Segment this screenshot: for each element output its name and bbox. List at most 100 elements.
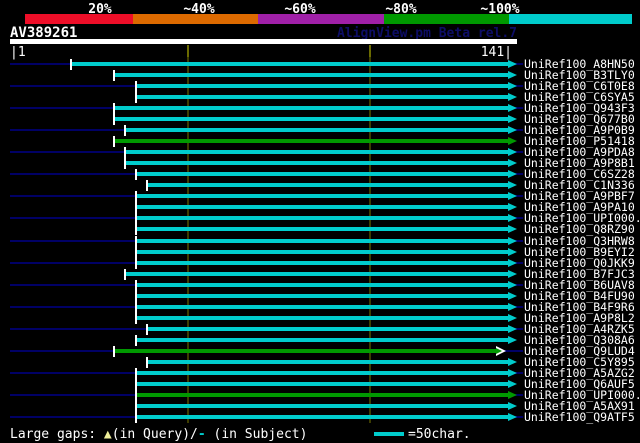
arrowhead-icon: [508, 413, 517, 421]
start-tick: [113, 103, 115, 115]
arrowhead-icon: [508, 335, 517, 344]
arrowhead-icon: [508, 104, 517, 113]
start-tick: [135, 191, 137, 203]
alignment-bar[interactable]: [137, 304, 508, 309]
ruler-tick: [369, 45, 371, 57]
arrowhead-icon: [508, 170, 517, 179]
alignment-bar[interactable]: [72, 62, 508, 66]
alignment-bar[interactable]: [126, 128, 508, 133]
start-tick: [135, 213, 137, 225]
arrowhead-icon: [508, 357, 517, 366]
alignment-bar[interactable]: [137, 172, 508, 177]
scale-segment: [258, 14, 384, 24]
arrowhead-icon: [508, 60, 517, 68]
alignment-bar[interactable]: [148, 183, 508, 188]
size-legend-bar-icon: [374, 432, 404, 436]
alignment-bar[interactable]: [137, 95, 508, 100]
alignment-bar[interactable]: [115, 139, 508, 144]
start-tick: [146, 356, 148, 368]
alignview-page: 20% ~40% ~60% ~80% ~100% AV389261 AlignView.…: [0, 0, 640, 443]
alignment-bar[interactable]: [137, 249, 508, 254]
large-gaps-legend: Large gaps: ▲(in Query)/- (in Subject): [10, 427, 307, 442]
start-tick: [135, 169, 137, 181]
start-tick: [146, 323, 148, 335]
scale-segment: [384, 14, 509, 24]
ruler-start-label: |1: [10, 45, 26, 60]
legend-gaps-prefix: Large gaps:: [10, 427, 104, 442]
arrowhead-icon: [508, 115, 517, 124]
alignment-bar[interactable]: [137, 227, 508, 232]
arrowhead-icon: [508, 159, 517, 168]
arrowhead-icon: [508, 93, 517, 102]
alignment-bar[interactable]: [126, 150, 508, 155]
alignment-bar[interactable]: [115, 73, 508, 77]
arrowhead-icon: [508, 214, 517, 223]
query-ruler-bar: [10, 39, 517, 44]
arrowhead-icon: [508, 236, 517, 245]
start-tick: [135, 301, 137, 313]
start-tick: [135, 400, 137, 412]
size-legend-label: =50char.: [408, 427, 471, 442]
start-tick: [113, 70, 115, 81]
alignment-bar[interactable]: [137, 260, 508, 265]
alignment-bar[interactable]: [115, 117, 508, 122]
scale-segment: [133, 14, 258, 24]
start-tick: [135, 81, 137, 93]
arrowhead-icon: [508, 247, 517, 256]
arrowhead-inner-icon: [496, 347, 502, 354]
alignment-bar[interactable]: [115, 106, 508, 111]
start-tick: [135, 378, 137, 390]
gap-subject-icon: -: [197, 427, 206, 442]
legend-gaps-mid: (in Query)/: [111, 427, 198, 442]
alignment-bar[interactable]: [137, 370, 508, 375]
start-tick: [146, 180, 148, 192]
alignment-bar[interactable]: [137, 194, 508, 199]
alignment-bar[interactable]: [137, 337, 508, 342]
alignment-bar[interactable]: [137, 216, 508, 221]
alignment-bar[interactable]: [137, 205, 508, 210]
alignment-bar[interactable]: [148, 359, 508, 364]
arrowhead-icon: [508, 71, 517, 79]
alignment-bar[interactable]: [137, 381, 508, 386]
start-tick: [135, 290, 137, 302]
alignment-bar[interactable]: [126, 271, 508, 276]
alignment-bar[interactable]: [137, 315, 508, 320]
start-tick: [135, 257, 137, 269]
arrowhead-icon: [508, 368, 517, 377]
start-tick: [135, 312, 137, 324]
alignment-bar[interactable]: [148, 326, 508, 331]
legend-gaps-suffix: (in Subject): [205, 427, 308, 442]
ruler-tick: [187, 45, 189, 57]
alignment-bar[interactable]: [126, 161, 508, 166]
gap-query-icon: ▲: [103, 427, 112, 442]
start-tick: [135, 246, 137, 258]
arrowhead-icon: [508, 148, 517, 157]
start-tick: [135, 412, 137, 423]
alignment-bar[interactable]: [137, 84, 508, 89]
alignment-bar[interactable]: [137, 392, 508, 397]
arrowhead-icon: [508, 302, 517, 311]
alignment-bar[interactable]: [137, 293, 508, 298]
start-tick: [135, 389, 137, 401]
arrowhead-icon: [508, 324, 517, 333]
alignment-bar[interactable]: [137, 403, 508, 408]
alignment-bar[interactable]: [137, 238, 508, 243]
arrowhead-icon: [508, 181, 517, 190]
hit-label[interactable]: UniRef100_Q9ATF5: [524, 411, 635, 423]
start-tick: [113, 136, 115, 148]
alignment-row: UniRef100_Q9ATF5: [0, 411, 640, 423]
scale-segment: [509, 14, 632, 24]
start-tick: [113, 345, 115, 357]
arrowhead-icon: [508, 225, 517, 234]
alignment-bar[interactable]: [137, 415, 508, 419]
alignment-bar[interactable]: [115, 348, 497, 353]
start-tick: [135, 279, 137, 291]
arrowhead-icon: [508, 401, 517, 410]
arrowhead-icon: [508, 313, 517, 322]
start-tick: [113, 114, 115, 126]
alignment-bar[interactable]: [137, 282, 508, 287]
start-tick: [135, 334, 137, 346]
arrowhead-icon: [508, 390, 517, 399]
start-tick: [124, 268, 126, 280]
start-tick: [135, 92, 137, 104]
